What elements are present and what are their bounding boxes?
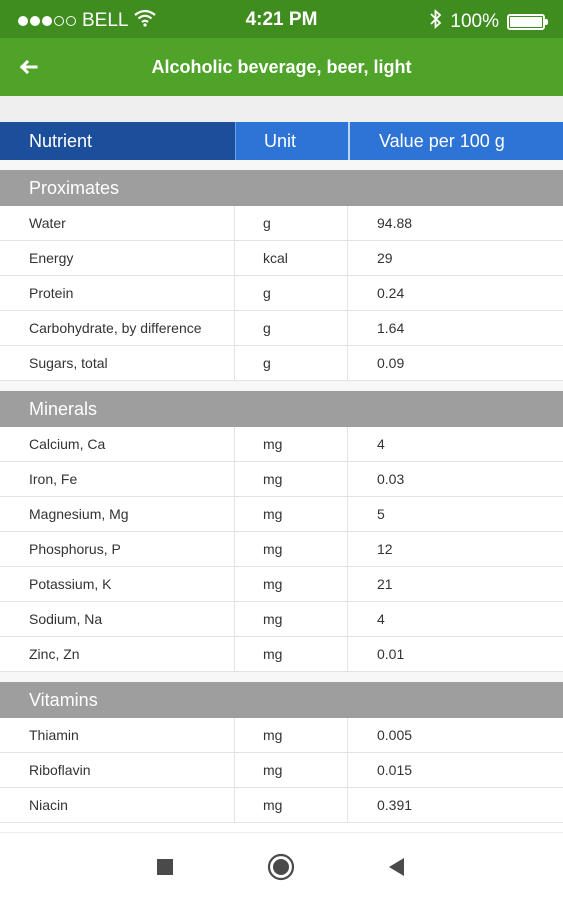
- back-triangle-icon: [389, 858, 404, 876]
- page-title: Alcoholic beverage, beer, light: [151, 57, 412, 77]
- status-bar: BELL 4:21 PM 100%: [0, 0, 563, 38]
- battery-icon: [507, 14, 548, 30]
- battery-fill: [510, 17, 542, 27]
- nutrient-unit: g: [235, 345, 348, 381]
- column-header-unit[interactable]: Unit: [235, 122, 348, 160]
- nutrient-value: 0.005: [377, 726, 413, 743]
- nutrient-unit: g: [235, 275, 348, 311]
- nutrient-unit: g: [235, 310, 348, 346]
- nutrient-unit: mg: [235, 601, 348, 637]
- table-row[interactable]: Potassium, K mg 21: [0, 566, 563, 602]
- nutrient-value: 12: [377, 540, 393, 557]
- nutrient-name: Sodium, Na: [0, 601, 235, 637]
- nutrient-unit: mg: [235, 717, 348, 753]
- section-gap: [0, 672, 563, 682]
- nutrient-unit: mg: [235, 496, 348, 532]
- table-row[interactable]: Water g 94.88: [0, 205, 563, 241]
- nutrient-name: Phosphorus, P: [0, 531, 235, 567]
- system-nav-bar: [0, 832, 563, 900]
- recent-apps-button[interactable]: [149, 851, 181, 883]
- header-spacer: [0, 96, 563, 122]
- nutrient-value: 1.64: [377, 319, 405, 336]
- status-right: 100%: [430, 8, 548, 35]
- nutrient-value: 21: [377, 575, 393, 592]
- section-header-minerals: Minerals: [0, 391, 563, 427]
- nutrient-name: Thiamin: [0, 717, 235, 753]
- nutrient-value: 94.88: [377, 214, 413, 231]
- circle-home-icon: [267, 853, 295, 881]
- nutrient-unit: mg: [235, 636, 348, 672]
- table-row[interactable]: Sugars, total g 0.09: [0, 345, 563, 381]
- column-header-value[interactable]: Value per 100 g: [348, 122, 563, 160]
- home-button[interactable]: [265, 851, 297, 883]
- nutrient-value: 5: [377, 505, 385, 522]
- table-row[interactable]: Carbohydrate, by difference g 1.64: [0, 310, 563, 346]
- table-row[interactable]: Thiamin mg 0.005: [0, 717, 563, 753]
- nutrient-unit: mg: [235, 787, 348, 823]
- table-row[interactable]: Zinc, Zn mg 0.01: [0, 636, 563, 672]
- nutrient-table[interactable]: Proximates Water g 94.88 Energy kcal 29 …: [0, 160, 563, 832]
- column-header-nutrient[interactable]: Nutrient: [0, 122, 235, 160]
- table-row[interactable]: Magnesium, Mg mg 5: [0, 496, 563, 532]
- nutrient-value: 0.01: [377, 645, 405, 662]
- nutrient-name: Niacin: [0, 787, 235, 823]
- nutrient-name: Zinc, Zn: [0, 636, 235, 672]
- nutrient-value: 0.391: [377, 796, 413, 813]
- nutrient-name: Water: [0, 205, 235, 241]
- nutrient-name: Calcium, Ca: [0, 426, 235, 462]
- back-nav-button[interactable]: [380, 851, 412, 883]
- nutrient-name: Carbohydrate, by difference: [0, 310, 235, 346]
- nutrient-value: 0.03: [377, 470, 405, 487]
- table-header: Nutrient Unit Value per 100 g: [0, 122, 563, 160]
- table-row[interactable]: Sodium, Na mg 4: [0, 601, 563, 637]
- battery-percent: 100%: [450, 11, 499, 32]
- nutrient-unit: mg: [235, 531, 348, 567]
- table-row[interactable]: Riboflavin mg 0.015: [0, 752, 563, 788]
- section-header-vitamins: Vitamins: [0, 682, 563, 718]
- nutrient-name: Riboflavin: [0, 752, 235, 788]
- nutrient-value: 0.24: [377, 284, 405, 301]
- nutrient-value: 4: [377, 610, 385, 627]
- table-row[interactable]: Energy kcal 29: [0, 240, 563, 276]
- nutrient-value: 0.015: [377, 761, 413, 778]
- nutrient-value: 0.09: [377, 354, 405, 371]
- table-row[interactable]: Niacin mg 0.391: [0, 787, 563, 823]
- nutrient-name: Sugars, total: [0, 345, 235, 381]
- nutrient-name: Potassium, K: [0, 566, 235, 602]
- nutrient-unit: mg: [235, 566, 348, 602]
- nutrient-unit: g: [235, 205, 348, 241]
- section-gap: [0, 160, 563, 170]
- nutrient-unit: mg: [235, 461, 348, 497]
- bluetooth-icon: [430, 8, 442, 35]
- section-header-proximates: Proximates: [0, 170, 563, 206]
- nutrient-unit: mg: [235, 752, 348, 788]
- nutrient-unit: mg: [235, 426, 348, 462]
- nutrient-unit: kcal: [235, 240, 348, 276]
- square-icon: [157, 859, 173, 875]
- nutrient-value: 4: [377, 435, 385, 452]
- table-row[interactable]: Iron, Fe mg 0.03: [0, 461, 563, 497]
- nutrient-name: Protein: [0, 275, 235, 311]
- app-bar: Alcoholic beverage, beer, light: [0, 38, 563, 96]
- nutrient-name: Iron, Fe: [0, 461, 235, 497]
- table-row[interactable]: Phosphorus, P mg 12: [0, 531, 563, 567]
- section-gap: [0, 381, 563, 391]
- table-row[interactable]: Protein g 0.24: [0, 275, 563, 311]
- nutrient-name: Energy: [0, 240, 235, 276]
- table-row[interactable]: Calcium, Ca mg 4: [0, 426, 563, 462]
- nutrient-name: Magnesium, Mg: [0, 496, 235, 532]
- nutrient-value: 29: [377, 249, 393, 266]
